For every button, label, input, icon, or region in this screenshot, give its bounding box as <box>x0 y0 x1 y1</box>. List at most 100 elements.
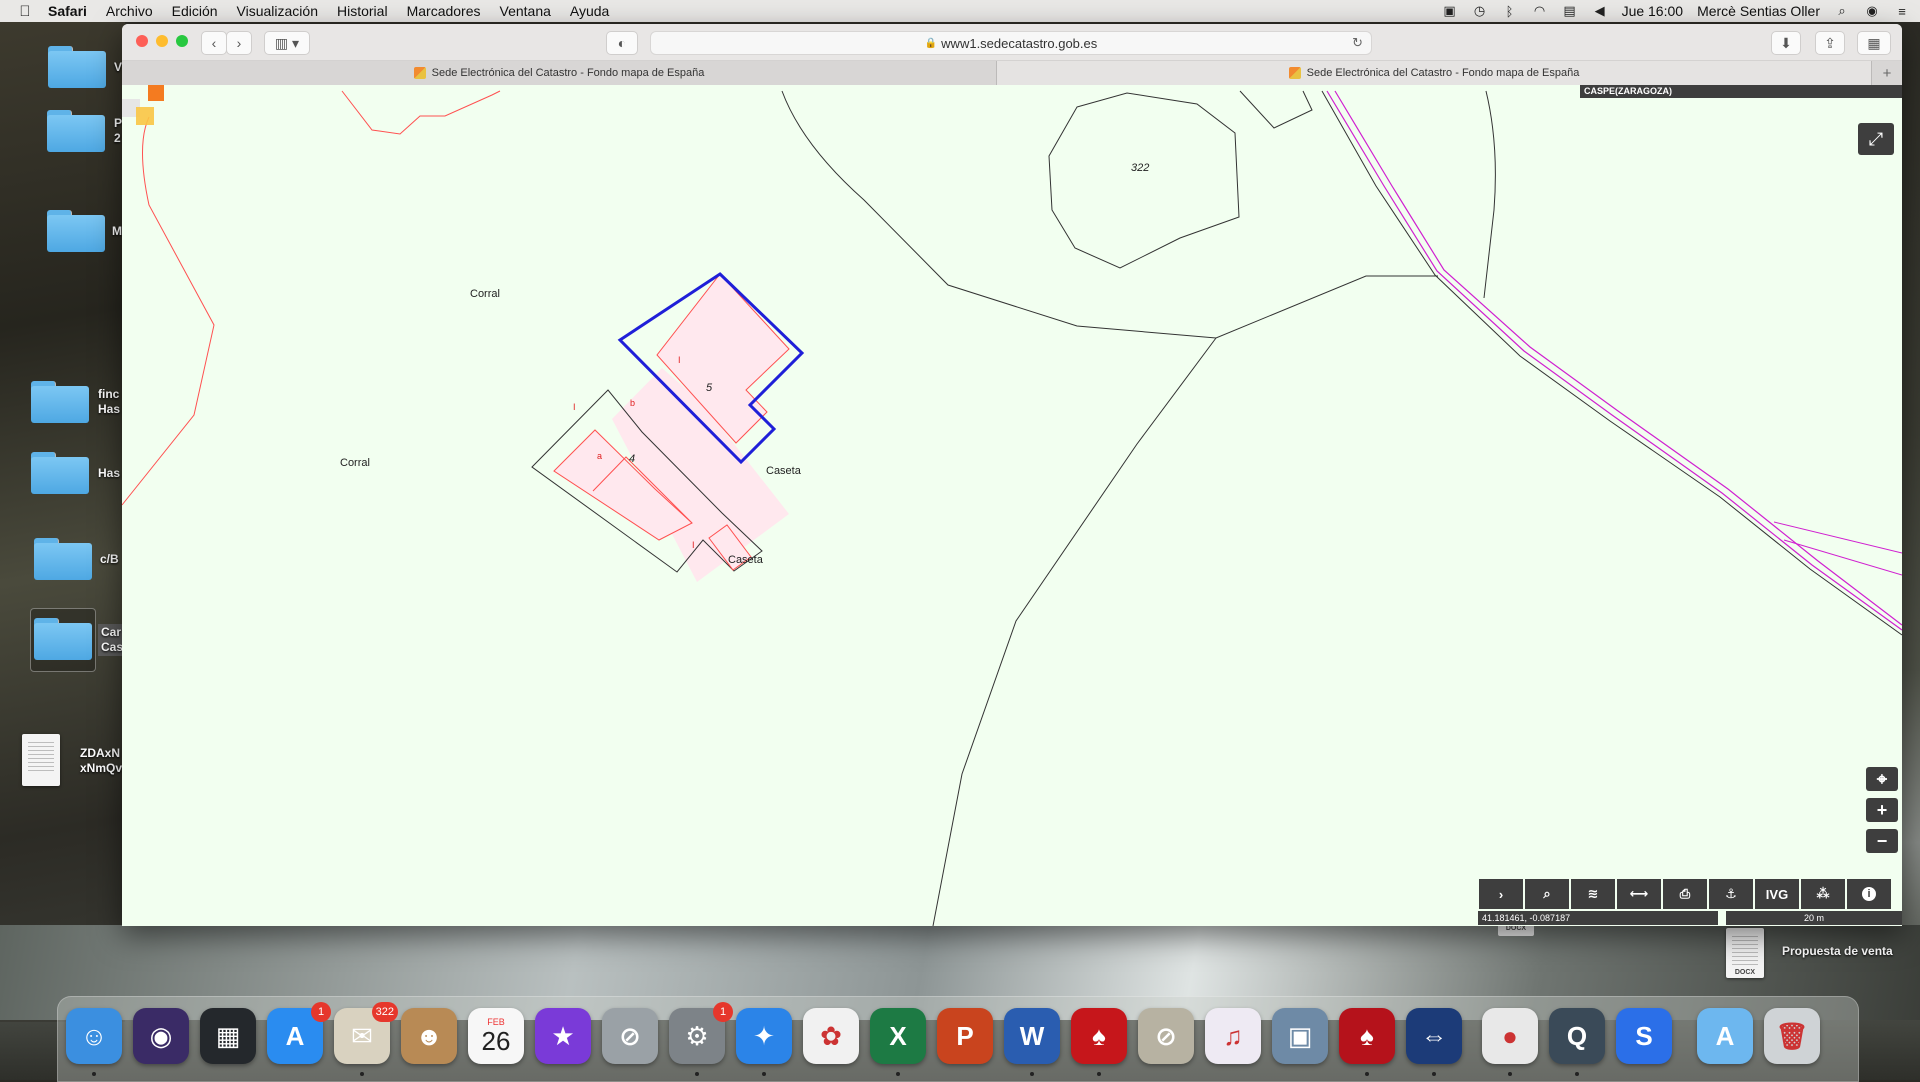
document-icon[interactable] <box>22 734 60 786</box>
volume-icon[interactable]: ◀ <box>1592 3 1608 18</box>
menu-clock[interactable]: Jue 16:00 <box>1622 3 1684 19</box>
notification-center-icon[interactable]: ≡ <box>1894 4 1910 19</box>
menu-visualizacion[interactable]: Visualización <box>237 3 318 19</box>
word-dock-icon[interactable]: W <box>1004 1008 1060 1064</box>
teamviewer-glyph-icon: ⇔ <box>1421 1020 1447 1051</box>
close-window-button[interactable] <box>136 35 148 47</box>
menu-app-name[interactable]: Safari <box>48 3 87 19</box>
share-button[interactable]: ⇪ <box>1815 31 1845 55</box>
mail-dock-icon[interactable]: ✉ 322 <box>334 1002 398 1064</box>
menu-ayuda[interactable]: Ayuda <box>570 3 609 19</box>
siri-dock-icon[interactable]: ◉ <box>133 1008 189 1064</box>
quicktime-dock-icon[interactable]: Q <box>1549 1008 1605 1064</box>
teamviewer-dock-icon[interactable]: ⇔ <box>1406 1008 1462 1064</box>
cadastral-map[interactable]: Corral Corral Caseta Caseta 322 5 4 a b … <box>122 85 1902 926</box>
preview-dock-icon[interactable]: ▣ <box>1272 1008 1328 1064</box>
menu-ventana[interactable]: Ventana <box>500 3 551 19</box>
excel-dock-icon[interactable]: X <box>870 1008 926 1064</box>
address-bar[interactable]: 🔒 www1.sedecatastro.gob.es ↻ <box>650 31 1372 55</box>
locate-button[interactable]: ⌖ <box>1866 767 1898 791</box>
imovie-dock-icon[interactable]: ★ <box>535 1008 591 1064</box>
folder-icon[interactable] <box>31 452 89 494</box>
photo-booth-dock-icon[interactable]: ▦ <box>200 1008 256 1064</box>
back-button[interactable]: ‹ <box>201 31 227 55</box>
forward-button[interactable]: › <box>226 31 252 55</box>
acrobat-reader-dock-icon[interactable]: ♠ <box>1071 1008 1127 1064</box>
desktop-item-label: c/B <box>100 552 119 566</box>
system-preferences-dock-icon[interactable]: ⚙ 1 <box>669 1002 733 1064</box>
lock-icon: 🔒 <box>924 37 938 49</box>
photos-dock-icon[interactable]: ✿ <box>803 1008 859 1064</box>
ivg-label: IVG <box>1765 886 1789 902</box>
location-tool-button[interactable]: ⚓ <box>1709 879 1753 909</box>
shazam-glyph-icon: S <box>1635 1020 1653 1051</box>
sidebar-button[interactable]: ▥ ▾ <box>264 31 310 55</box>
running-indicator <box>92 1072 96 1076</box>
bluetooth-icon[interactable]: ᛒ <box>1502 4 1518 19</box>
applications-folder-dock-icon[interactable]: A <box>1697 1008 1753 1064</box>
layers-tool-button[interactable]: ≋ <box>1571 879 1615 909</box>
zoom-in-button[interactable]: + <box>1866 798 1898 822</box>
info-tool-button[interactable]: i <box>1847 879 1891 909</box>
map-label-corral: Corral <box>470 288 500 300</box>
chrome-dock-icon[interactable]: ● <box>1482 1008 1538 1064</box>
itunes-dock-icon[interactable]: ♫ <box>1205 1008 1261 1064</box>
tab-1[interactable]: Sede Electrónica del Catastro - Fondo ma… <box>122 61 997 85</box>
wallpaper-left <box>0 22 125 1022</box>
folder-icon[interactable] <box>47 110 105 152</box>
menu-historial[interactable]: Historial <box>337 3 388 19</box>
tab-2[interactable]: Sede Electrónica del Catastro - Fondo ma… <box>997 61 1872 85</box>
expand-tool-button[interactable]: › <box>1479 879 1523 909</box>
app-store-dock-icon[interactable]: A1 <box>267 1002 331 1064</box>
menu-archivo[interactable]: Archivo <box>106 3 153 19</box>
preview-glyph-icon: ▣ <box>1287 1020 1313 1051</box>
chevron-right-icon: › <box>1498 886 1504 902</box>
catastro-logo-icon[interactable] <box>122 85 166 129</box>
acrobat-pro-dock-icon[interactable]: ♠ <box>1339 1008 1395 1064</box>
minimize-window-button[interactable] <box>156 35 168 47</box>
catastro-favicon-icon <box>1288 67 1301 79</box>
docx-file-icon[interactable]: DOCX <box>1726 928 1764 978</box>
shazam-dock-icon[interactable]: S <box>1616 1008 1672 1064</box>
menu-edicion[interactable]: Edición <box>172 3 218 19</box>
downloads-button[interactable]: ⬇ <box>1771 31 1801 55</box>
applications-folder-glyph-icon: A <box>1715 1020 1735 1051</box>
spotlight-icon[interactable]: ⌕ <box>1834 3 1850 18</box>
wifi-icon[interactable]: ◠ <box>1532 3 1548 18</box>
search-tool-button[interactable]: ⌕ <box>1525 879 1569 909</box>
input-source-icon[interactable]: ▤ <box>1562 3 1578 18</box>
privacy-report-button[interactable]: ◐ <box>606 31 638 55</box>
finder-dock-icon[interactable]: ☺ <box>66 1008 122 1064</box>
print-tool-button[interactable]: ⎙ <box>1663 879 1707 909</box>
folder-icon[interactable] <box>48 46 106 88</box>
apple-menu-icon[interactable]:  <box>16 2 34 20</box>
blocked-app-2-dock-icon[interactable]: ⊘ <box>1138 1008 1194 1064</box>
folder-icon[interactable] <box>34 618 92 660</box>
measure-tool-button[interactable]: ⟷ <box>1617 879 1661 909</box>
time-machine-icon[interactable]: ◷ <box>1472 3 1488 18</box>
trash-dock-icon[interactable]: 🗑 <box>1764 1008 1820 1064</box>
zoom-window-button[interactable] <box>176 35 188 47</box>
blocked-app-1-dock-icon[interactable]: ⊘ <box>602 1008 658 1064</box>
powerpoint-dock-icon[interactable]: P <box>937 1008 993 1064</box>
scale-bar: 20 m <box>1726 911 1902 925</box>
siri-menu-icon[interactable]: ◉ <box>1864 3 1880 18</box>
calendar-dock-icon[interactable]: FEB 26 <box>468 1008 524 1064</box>
new-tab-button[interactable]: + <box>1872 61 1902 85</box>
screen-mirror-icon[interactable]: ▣ <box>1442 3 1458 18</box>
reload-icon[interactable]: ↻ <box>1352 35 1363 51</box>
contacts-dock-icon[interactable]: ☻ <box>401 1008 457 1064</box>
folder-icon[interactable] <box>31 381 89 423</box>
tab-overview-button[interactable]: ▦ <box>1857 31 1891 55</box>
share-tool-button[interactable]: ⁂ <box>1801 879 1845 909</box>
menu-user[interactable]: Mercè Sentias Oller <box>1697 3 1820 19</box>
folder-icon[interactable] <box>34 538 92 580</box>
safari-dock-icon[interactable]: ✦ <box>736 1008 792 1064</box>
folder-icon[interactable] <box>47 210 105 252</box>
menu-marcadores[interactable]: Marcadores <box>407 3 481 19</box>
fullscreen-button[interactable]: ⤢ <box>1858 123 1894 155</box>
ivg-tool-button[interactable]: IVG <box>1755 879 1799 909</box>
map-label-caseta: Caseta <box>728 554 763 566</box>
catastro-favicon-icon <box>413 67 426 79</box>
zoom-out-button[interactable]: − <box>1866 829 1898 853</box>
